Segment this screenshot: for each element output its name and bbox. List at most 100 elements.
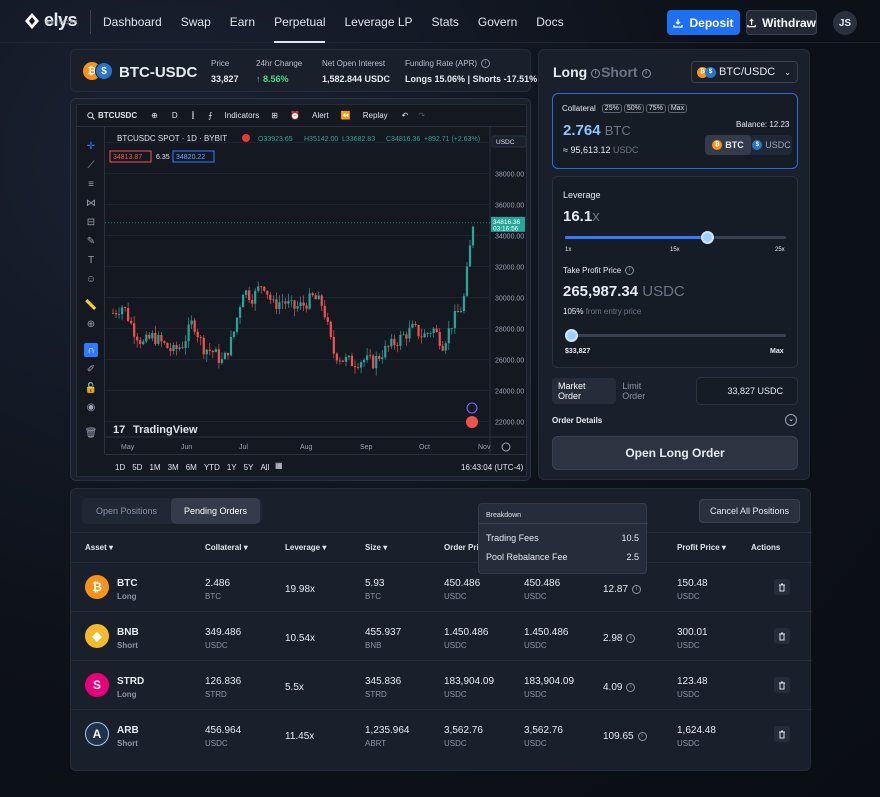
candle [311, 293, 314, 296]
range-button[interactable]: All [260, 463, 269, 472]
leverage-slider-handle[interactable] [700, 231, 714, 244]
price-chart[interactable]: 40000.0038000.0036000.0034000.0032000.00… [105, 127, 528, 454]
range-button[interactable]: 1Y [227, 463, 237, 472]
table-row[interactable]: ◆ BNB Short 349.486 USDC 10.54x 455.937 BNB… [71, 611, 812, 660]
column-header[interactable]: Size ▾ [365, 543, 387, 552]
range-button[interactable]: YTD [204, 463, 220, 472]
tab-open-positions[interactable]: Open Positions [82, 498, 171, 524]
asset-btc-toggle[interactable]: ₿ BTC [705, 135, 751, 155]
column-header[interactable]: Leverage ▾ [285, 543, 326, 552]
indicators-button[interactable]: ⨍ Indicators [208, 111, 259, 120]
info-icon[interactable]: i [632, 584, 642, 594]
percent-pill[interactable]: 50% [623, 104, 644, 113]
tab-short[interactable]: Short i [601, 64, 651, 80]
tp-pct: 105% [563, 307, 584, 316]
chevron-down-icon[interactable]: ⌄ [785, 414, 797, 426]
info-icon[interactable]: i [591, 68, 601, 78]
deposit-button[interactable]: Deposit [667, 10, 740, 35]
collateral-value: 456.964 [205, 725, 242, 736]
replay-button[interactable]: ⏪ Replay [341, 111, 388, 120]
collateral-amount[interactable]: 2.764 [563, 122, 601, 139]
nav-link-docs[interactable]: Docs [536, 15, 563, 29]
nav-link-swap[interactable]: Swap [181, 15, 211, 29]
tab-pending-orders[interactable]: Pending Orders [171, 498, 260, 524]
range-button[interactable]: 1M [149, 463, 160, 472]
collateral-unit: STRD [205, 690, 227, 699]
delete-order-button[interactable] [774, 726, 790, 742]
nav-link-govern[interactable]: Govern [478, 15, 517, 29]
cancel-all-button[interactable]: Cancel All Positions [699, 499, 800, 523]
tradingview-chart[interactable]: BTCUSDC ⊕ D ⫿ ⨍ Indicators ⊞ ⏰ Alert ⏪ R… [76, 104, 528, 477]
percent-pill[interactable]: Max [667, 104, 688, 113]
candle [199, 337, 202, 338]
nav-link-perpetual[interactable]: Perpetual [274, 15, 326, 43]
range-button[interactable]: 1D [115, 463, 125, 472]
trash-icon[interactable]: 🗑 [84, 426, 98, 440]
x-tick-label: Oct [419, 444, 430, 451]
delete-order-button[interactable] [774, 628, 790, 644]
redo-icon[interactable]: ↷ [418, 111, 425, 120]
alert-button[interactable]: ⏰ Alert [290, 111, 329, 120]
info-icon[interactable]: i [481, 59, 491, 69]
info-icon[interactable]: i [625, 266, 635, 276]
interval-button[interactable]: D [172, 111, 178, 120]
undo-icon[interactable]: ↶ [402, 111, 409, 120]
open-long-order-button[interactable]: Open Long Order [552, 436, 798, 470]
add-compare-icon[interactable]: ⊕ [151, 111, 158, 120]
measure-icon[interactable]: ⊟ [84, 215, 98, 229]
asset-usdc-toggle[interactable]: $ USDC [751, 135, 792, 155]
tp-slider-handle[interactable] [565, 329, 578, 342]
delete-order-button[interactable] [774, 677, 790, 693]
tab-long[interactable]: Long i [553, 64, 601, 80]
info-icon[interactable]: i [626, 682, 636, 692]
emoji-icon[interactable]: ☺ [84, 272, 98, 286]
tab-market-order[interactable]: Market Order [552, 378, 617, 404]
symbol-search[interactable]: BTCUSDC [87, 111, 137, 120]
tab-limit-order[interactable]: Limit Order [616, 378, 672, 404]
calendar-icon[interactable]: ▦ [275, 461, 283, 470]
trendline-icon[interactable]: ⟋ [84, 158, 98, 172]
withdraw-button[interactable]: Withdraw [746, 10, 817, 35]
range-button[interactable]: 5Y [244, 463, 254, 472]
percent-pill[interactable]: 75% [645, 104, 666, 113]
table-row[interactable]: S STRD Long 126.836 STRD 5.5x 345.836 STRD … [71, 660, 812, 709]
lock-drawing-icon[interactable]: ✐ [84, 362, 98, 376]
nav-link-leverage-lp[interactable]: Leverage LP [344, 15, 412, 29]
tp-slider[interactable] [565, 334, 786, 337]
pattern-icon[interactable]: ⋈ [84, 196, 98, 210]
info-icon[interactable]: i [641, 68, 651, 78]
table-row[interactable]: ₿ BTC Long 2.486 BTC 19.98x 5.93 BTC 450.48… [71, 562, 812, 611]
order-price-field[interactable]: 33,827 USDC [696, 377, 798, 405]
ruler-icon[interactable]: 📏 [84, 298, 98, 312]
crosshair-icon[interactable]: ✛ [84, 139, 98, 153]
column-header[interactable]: Asset ▾ [85, 543, 113, 552]
nav-link-stats[interactable]: Stats [432, 15, 459, 29]
info-icon[interactable]: i [626, 633, 636, 643]
brush-icon[interactable]: ✎ [84, 234, 98, 248]
range-button[interactable]: 5D [132, 463, 142, 472]
btc-icon: ₿ [712, 140, 723, 150]
text-icon[interactable]: T [84, 253, 98, 267]
layout-icon[interactable]: ⊞ [271, 111, 278, 120]
percent-pill[interactable]: 25% [601, 104, 622, 113]
delete-order-button[interactable] [774, 579, 790, 595]
fib-icon[interactable]: ≡ [84, 177, 98, 191]
range-button[interactable]: 6M [186, 463, 197, 472]
column-header[interactable]: Actions [751, 543, 780, 552]
table-row[interactable]: A ARB Short 456.964 USDC 11.45x 1,235.964 A… [71, 709, 812, 758]
column-header[interactable]: Profit Price ▾ [677, 543, 726, 552]
column-header[interactable]: Collateral ▾ [205, 543, 248, 552]
range-button[interactable]: 3M [168, 463, 179, 472]
nav-link-dashboard[interactable]: Dashboard [103, 15, 162, 29]
collateral-value: 349.486 [205, 627, 242, 638]
candles-icon[interactable]: ⫿ [192, 111, 195, 121]
lock-icon[interactable]: 🔓 [84, 381, 98, 395]
zoom-icon[interactable]: ⊕ [84, 317, 98, 331]
pair-select[interactable]: ₿ $ BTC/USDC ⌄ [691, 61, 798, 83]
info-icon[interactable]: i [637, 731, 647, 741]
user-avatar[interactable]: JS [833, 11, 857, 35]
nav-link-earn[interactable]: Earn [230, 15, 255, 29]
eye-icon[interactable]: ◉ [84, 400, 98, 414]
magnet-icon[interactable]: ∩ [84, 343, 98, 357]
tp-value[interactable]: 265,987.34 [563, 283, 638, 300]
